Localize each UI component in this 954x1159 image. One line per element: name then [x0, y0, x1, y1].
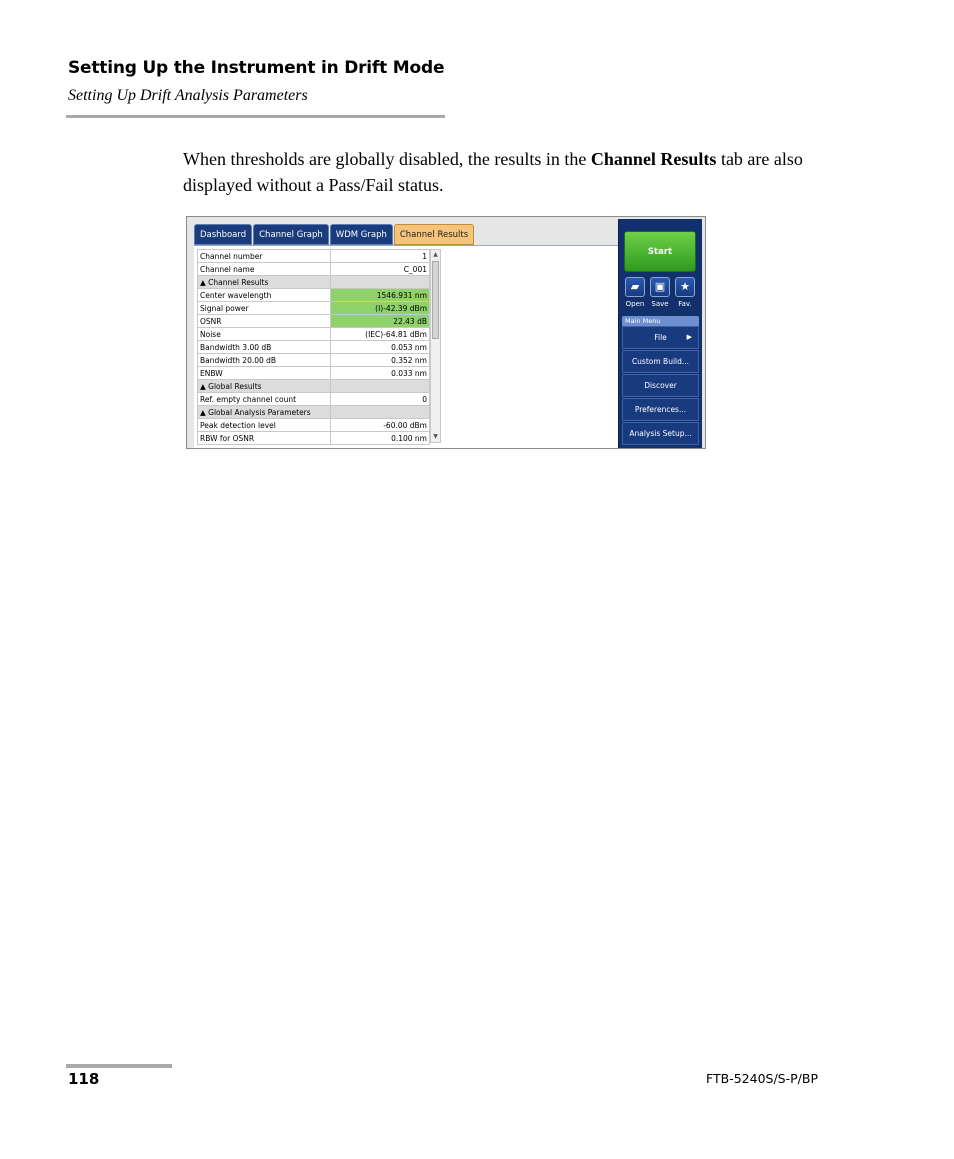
body-text-1: When thresholds are globally disabled, t…	[183, 149, 591, 169]
row-label: Peak detection level	[197, 418, 331, 432]
tab-wdm-graph[interactable]: WDM Graph	[329, 224, 393, 245]
row-value: (I)-42.39 dBm	[330, 301, 430, 315]
model-number: FTB-5240S/S-P/BP	[706, 1071, 818, 1086]
page-number: 118	[68, 1070, 100, 1088]
row-label[interactable]: ▲ Global Results	[197, 379, 331, 393]
chevron-right-icon: ▶	[686, 333, 692, 341]
right-panel: Start ▰ Open ▣ Save ★ Fav. Main Menu Fil…	[618, 219, 702, 448]
table-row: ENBW 0.033 nm	[197, 366, 430, 380]
body-bold-term: Channel Results	[590, 149, 717, 169]
row-value: 1	[330, 249, 430, 263]
open-label: Open	[625, 300, 645, 308]
table-row: Bandwidth 3.00 dB 0.053 nm	[197, 340, 430, 354]
menu-custom-build-button[interactable]: Custom Build...	[622, 350, 699, 373]
row-label: Signal power	[197, 301, 331, 315]
body-paragraph: When thresholds are globally disabled, t…	[183, 146, 833, 198]
table-row: Bandwidth 20.00 dB 0.352 nm	[197, 353, 430, 367]
row-label: Bandwidth 20.00 dB	[197, 353, 331, 367]
table-row: OSNR 22.43 dB	[197, 314, 430, 328]
row-label: Center wavelength	[197, 288, 331, 302]
row-label: Bandwidth 3.00 dB	[197, 340, 331, 354]
table-row: Peak detection level -60.00 dBm	[197, 418, 430, 432]
tab-bar: Dashboard Channel Graph WDM Graph Channe…	[194, 224, 475, 246]
row-value: 0.352 nm	[330, 353, 430, 367]
save-label: Save	[651, 300, 669, 308]
tab-channel-graph[interactable]: Channel Graph	[253, 224, 329, 245]
row-value: -60.00 dBm	[330, 418, 430, 432]
table-row: Signal power (I)-42.39 dBm	[197, 301, 430, 315]
row-value	[330, 405, 430, 419]
menu-file-label: File	[654, 333, 667, 342]
section-subtitle: Setting Up Drift Analysis Parameters	[68, 87, 308, 104]
row-value	[330, 275, 430, 289]
row-label: RBW for OSNR	[197, 431, 331, 445]
section-row: ▲ Global Results	[197, 379, 430, 393]
row-label: Channel name	[197, 262, 331, 276]
row-label[interactable]: ▲ Channel Results	[197, 275, 331, 289]
row-value: 1546.931 nm	[330, 288, 430, 302]
row-value: 0	[330, 392, 430, 406]
scroll-thumb[interactable]	[432, 261, 439, 339]
row-value: 22.43 dB	[330, 314, 430, 328]
main-menu-label: Main Menu	[622, 316, 699, 326]
table-row: RBW for OSNR 0.100 nm	[197, 431, 430, 445]
table-row: Channel number 1	[197, 249, 430, 263]
section-row: ▲ Global Analysis Parameters	[197, 405, 430, 419]
menu-file-button[interactable]: File ▶	[622, 326, 699, 349]
row-label: ENBW	[197, 366, 331, 380]
row-label: Noise	[197, 327, 331, 341]
menu-discover-button[interactable]: Discover	[622, 374, 699, 397]
section-row: ▲ Channel Results	[197, 275, 430, 289]
row-value: C_001	[330, 262, 430, 276]
row-label: Ref. empty channel count	[197, 392, 331, 406]
scroll-down-icon[interactable]: ▼	[431, 432, 440, 442]
table-row: Ref. empty channel count 0	[197, 392, 430, 406]
start-button[interactable]: Start	[624, 231, 696, 272]
star-icon[interactable]: ★	[675, 277, 695, 297]
section-title: Setting Up the Instrument in Drift Mode	[68, 58, 445, 78]
row-value: (IEC)-64.81 dBm	[330, 327, 430, 341]
row-value: 0.033 nm	[330, 366, 430, 380]
table-row: Noise (IEC)-64.81 dBm	[197, 327, 430, 341]
save-icon[interactable]: ▣	[650, 277, 670, 297]
row-label: Channel number	[197, 249, 331, 263]
results-panel: Channel number 1 Channel name C_001 ▲ Channe…	[194, 246, 618, 448]
row-value	[330, 379, 430, 393]
tab-channel-results[interactable]: Channel Results	[393, 224, 475, 245]
row-value: 0.053 nm	[330, 340, 430, 354]
results-table: Channel number 1 Channel name C_001 ▲ Channe…	[197, 249, 430, 445]
row-value: 0.100 nm	[330, 431, 430, 445]
fav-label: Fav.	[678, 300, 692, 308]
results-scrollbar[interactable]: ▲ ▼	[430, 249, 441, 443]
row-label[interactable]: ▲ Global Analysis Parameters	[197, 405, 331, 419]
header-rule	[66, 115, 445, 118]
app-screenshot: Dashboard Channel Graph WDM Graph Channe…	[186, 216, 706, 449]
menu-preferences-button[interactable]: Preferences...	[622, 398, 699, 421]
table-row: Channel name C_001	[197, 262, 430, 276]
row-label: OSNR	[197, 314, 331, 328]
tab-dashboard[interactable]: Dashboard	[194, 224, 253, 245]
footer-rule	[66, 1064, 172, 1068]
folder-icon[interactable]: ▰	[625, 277, 645, 297]
table-row: Center wavelength 1546.931 nm	[197, 288, 430, 302]
scroll-up-icon[interactable]: ▲	[431, 250, 440, 260]
menu-analysis-setup-button[interactable]: Analysis Setup...	[622, 422, 699, 445]
